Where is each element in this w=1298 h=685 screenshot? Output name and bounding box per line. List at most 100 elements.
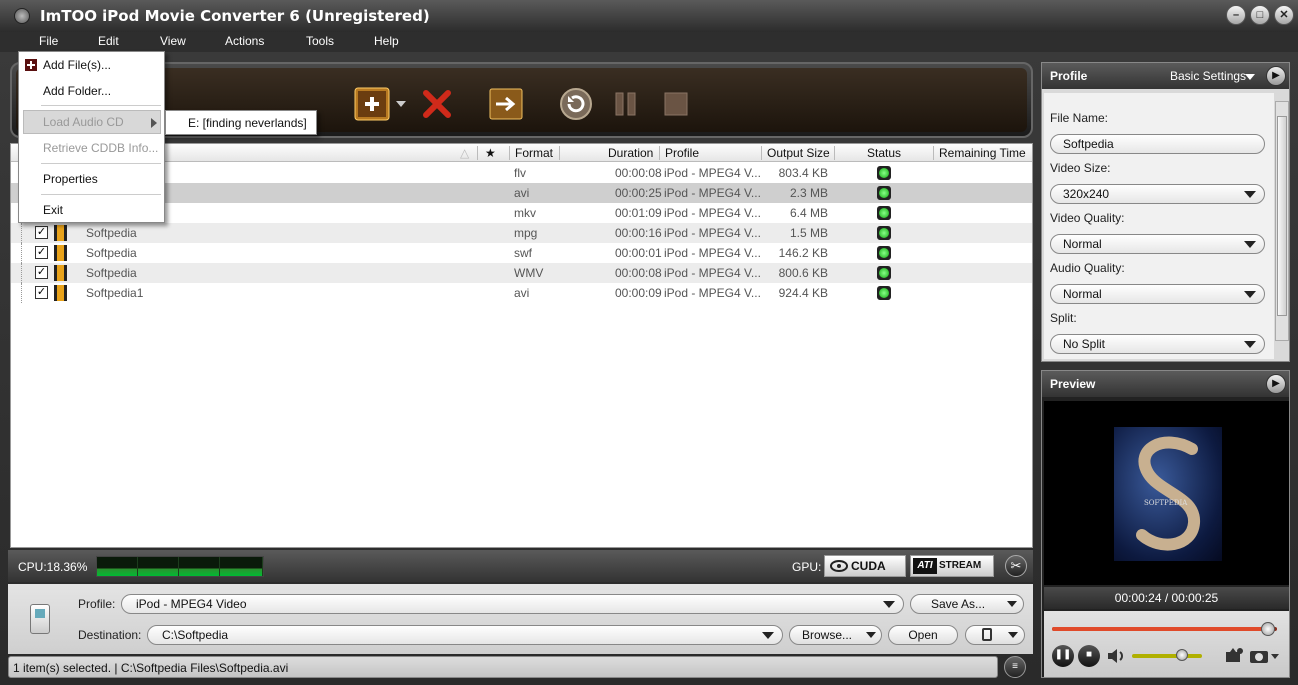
pause-button[interactable] xyxy=(608,86,644,122)
title-bar: ImTOO iPod Movie Converter 6 (Unregister… xyxy=(0,0,1298,32)
row-checkbox[interactable]: ✓ xyxy=(35,266,48,279)
menu-load-audio-cd[interactable]: Load Audio CD xyxy=(43,115,124,129)
volume-slider-knob[interactable] xyxy=(1176,649,1189,661)
col-remaining-time[interactable]: Remaining Time xyxy=(939,146,1026,160)
status-ready-icon xyxy=(877,266,891,280)
video-size-value: 320x240 xyxy=(1063,187,1110,201)
save-as-button[interactable]: Save As... xyxy=(910,594,1024,614)
video-quality-select[interactable]: Normal xyxy=(1050,234,1265,254)
app-window: ImTOO iPod Movie Converter 6 (Unregister… xyxy=(0,0,1298,685)
scrollbar-thumb[interactable] xyxy=(1277,116,1287,316)
destination-select[interactable]: C:\Softpedia xyxy=(147,625,783,645)
delete-x-icon xyxy=(423,90,451,118)
audio-quality-select[interactable]: Normal xyxy=(1050,284,1265,304)
row-format: mkv xyxy=(514,206,536,220)
stop-button[interactable] xyxy=(658,86,694,122)
profile-label: Profile: xyxy=(78,597,116,611)
col-profile[interactable]: Profile xyxy=(665,146,699,160)
open-button[interactable]: Open xyxy=(888,625,958,645)
volume-track[interactable] xyxy=(1132,654,1202,658)
preview-stop-button[interactable]: ■ xyxy=(1078,645,1100,667)
video-size-select[interactable]: 320x240 xyxy=(1050,184,1265,204)
menu-file[interactable]: File xyxy=(39,34,58,48)
table-row[interactable]: ✓ Softpedia mpg 00:00:16 iPod - MPEG4 V... 1.… xyxy=(11,223,1032,243)
menu-actions[interactable]: Actions xyxy=(225,34,264,48)
menu-edit[interactable]: Edit xyxy=(98,34,119,48)
col-duration[interactable]: Duration xyxy=(608,146,653,160)
table-row[interactable]: ✓ Softpedia1 avi 00:00:09 iPod - MPEG4 V... 9… xyxy=(11,283,1032,303)
menu-properties[interactable]: Properties xyxy=(43,172,98,186)
menu-add-folder[interactable]: Add Folder... xyxy=(43,84,111,98)
log-button[interactable]: ≡ xyxy=(1004,656,1026,678)
chevron-down-icon xyxy=(396,101,406,107)
basic-settings-dropdown[interactable]: Basic Settings xyxy=(1170,69,1246,83)
menu-exit[interactable]: Exit xyxy=(43,203,63,217)
expand-preview-button[interactable]: ▶ xyxy=(1266,374,1286,394)
settings-tools-button[interactable]: ✂ xyxy=(1005,555,1027,577)
ati-label: ATI xyxy=(913,558,937,574)
ati-stream-badge[interactable]: ATI STREAM xyxy=(910,555,994,577)
audio-quality-label: Audio Quality: xyxy=(1050,261,1125,275)
seek-track[interactable] xyxy=(1052,627,1277,631)
refresh-button[interactable] xyxy=(558,86,594,122)
snapshot-folder-icon[interactable] xyxy=(1225,647,1245,665)
col-status[interactable]: Status xyxy=(867,146,901,160)
status-ready-icon xyxy=(877,286,891,300)
remove-button[interactable] xyxy=(419,86,455,122)
volume-icon[interactable] xyxy=(1106,648,1126,664)
device-transfer-button[interactable] xyxy=(965,625,1025,645)
file-name-value: Softpedia xyxy=(1063,137,1114,151)
row-format: WMV xyxy=(514,266,544,280)
row-checkbox[interactable]: ✓ xyxy=(35,246,48,259)
wrench-icon: ✂ xyxy=(1010,558,1022,573)
add-dropdown-button[interactable] xyxy=(394,86,408,122)
close-button[interactable]: ✕ xyxy=(1274,5,1294,25)
profile-panel-header: Profile Basic Settings ▶ xyxy=(1042,63,1289,89)
profile-select[interactable]: iPod - MPEG4 Video xyxy=(121,594,904,614)
file-name-input[interactable]: Softpedia xyxy=(1050,134,1265,154)
menu-tools[interactable]: Tools xyxy=(306,34,334,48)
submenu-arrow-icon xyxy=(151,118,157,128)
menu-add-files[interactable]: Add File(s)... xyxy=(43,58,111,72)
status-ready-icon xyxy=(877,246,891,260)
film-icon xyxy=(54,265,67,281)
camera-icon[interactable] xyxy=(1249,647,1279,665)
menu-view[interactable]: View xyxy=(160,34,186,48)
table-row[interactable]: ✓ Softpedia WMV 00:00:08 iPod - MPEG4 V... 80… xyxy=(11,263,1032,283)
row-duration: 00:00:09 xyxy=(615,286,662,300)
row-output-size: 803.4 KB xyxy=(778,166,828,180)
profile-scrollbar[interactable] xyxy=(1275,101,1289,341)
preview-play-pause-button[interactable]: ❚❚ xyxy=(1052,645,1074,667)
tree-line xyxy=(21,283,31,303)
convert-button[interactable] xyxy=(488,86,524,122)
preview-image-text: SOFTPEDIA xyxy=(1144,499,1188,507)
softpedia-s-logo xyxy=(1136,436,1200,551)
status-ready-icon xyxy=(877,186,891,200)
col-output-size[interactable]: Output Size xyxy=(767,146,830,160)
film-icon xyxy=(54,285,67,301)
row-checkbox[interactable]: ✓ xyxy=(35,286,48,299)
chevron-down-icon xyxy=(883,601,895,608)
file-menu-dropdown: Add File(s)... Add Folder... Load Audio … xyxy=(18,51,165,223)
save-as-label: Save As... xyxy=(931,597,986,611)
status-text: 1 item(s) selected. | C:\Softpedia Files… xyxy=(13,661,289,675)
output-settings: Profile: iPod - MPEG4 Video Save As... D… xyxy=(8,584,1033,654)
split-label: Split: xyxy=(1050,311,1077,325)
status-ready-icon xyxy=(877,226,891,240)
browse-button[interactable]: Browse... xyxy=(789,625,882,645)
add-video-button[interactable] xyxy=(354,86,390,122)
seek-slider-knob[interactable] xyxy=(1261,622,1275,636)
row-name: Softpedia1 xyxy=(86,286,144,300)
table-row[interactable]: ✓ Softpedia swf 00:00:01 iPod - MPEG4 V... 14… xyxy=(11,243,1032,263)
menu-help[interactable]: Help xyxy=(374,34,399,48)
expand-profile-button[interactable]: ▶ xyxy=(1266,66,1286,86)
col-star[interactable]: ★ xyxy=(485,146,496,160)
col-format[interactable]: Format xyxy=(515,146,553,160)
submenu-drive-item[interactable]: E: [finding neverlands] xyxy=(188,116,307,130)
cuda-badge[interactable]: CUDA xyxy=(824,555,906,577)
split-select[interactable]: No Split xyxy=(1050,334,1265,354)
maximize-button[interactable]: □ xyxy=(1250,5,1270,25)
row-checkbox[interactable]: ✓ xyxy=(35,226,48,239)
menu-retrieve-cddb[interactable]: Retrieve CDDB Info... xyxy=(43,141,158,155)
minimize-button[interactable]: – xyxy=(1226,5,1246,25)
